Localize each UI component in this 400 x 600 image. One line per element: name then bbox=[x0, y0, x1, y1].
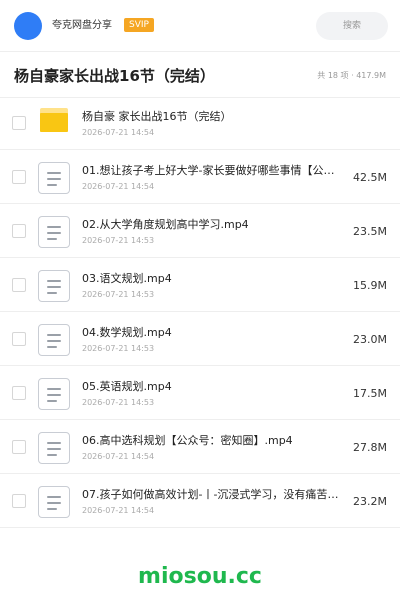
file-size: 15.9M bbox=[353, 279, 387, 292]
list-item[interactable]: 02.从大学角度规划高中学习.mp4 2026-07-21 14:53 23.5… bbox=[0, 204, 400, 258]
select-checkbox[interactable] bbox=[12, 116, 26, 130]
file-name: 05.英语规划.mp4 bbox=[82, 380, 172, 393]
select-checkbox[interactable] bbox=[12, 170, 26, 184]
list-item[interactable]: 杨自豪 家长出战16节（完结） 2026-07-21 14:54 bbox=[0, 96, 400, 150]
select-checkbox[interactable] bbox=[12, 494, 26, 508]
watermark: miosou.cc bbox=[138, 564, 262, 589]
list-item[interactable]: 06.高中选科规划【公众号：密知圈】.mp4 2026-07-21 14:54 … bbox=[0, 420, 400, 474]
file-date: 2026-07-21 14:53 bbox=[82, 344, 155, 353]
file-name: 01.想让孩子考上好大学-家长要做好哪些事情【公众号：密知圈】.mp4 bbox=[82, 164, 344, 177]
select-checkbox[interactable] bbox=[12, 332, 26, 346]
video-file-icon bbox=[38, 432, 70, 464]
file-date: 2026-07-21 14:53 bbox=[82, 398, 155, 407]
list-item[interactable]: 04.数学规划.mp4 2026-07-21 14:53 23.0M bbox=[0, 312, 400, 366]
file-name: 03.语文规划.mp4 bbox=[82, 272, 172, 285]
list-item[interactable]: 03.语文规划.mp4 2026-07-21 14:53 15.9M bbox=[0, 258, 400, 312]
list-item[interactable]: 01.想让孩子考上好大学-家长要做好哪些事情【公众号：密知圈】.mp4 2026… bbox=[0, 150, 400, 204]
video-file-icon bbox=[38, 324, 70, 356]
select-checkbox[interactable] bbox=[12, 386, 26, 400]
list-item[interactable]: 05.英语规划.mp4 2026-07-21 14:53 17.5M bbox=[0, 366, 400, 420]
folder-title-bar: 杨自豪家长出战16节（完结） 共 18 项 · 417.9M bbox=[0, 52, 400, 98]
file-date: 2026-07-21 14:54 bbox=[82, 506, 155, 515]
folder-summary: 共 18 项 · 417.9M bbox=[317, 71, 386, 80]
file-size: 17.5M bbox=[353, 387, 387, 400]
search-button[interactable]: 搜索 bbox=[316, 12, 388, 40]
file-name: 杨自豪 家长出战16节（完结） bbox=[82, 110, 232, 123]
file-size: 42.5M bbox=[353, 171, 387, 184]
svip-badge: SVIP bbox=[124, 18, 154, 32]
file-date: 2026-07-21 14:54 bbox=[82, 182, 155, 191]
file-size: 27.8M bbox=[353, 441, 387, 454]
file-size: 23.0M bbox=[353, 333, 387, 346]
file-name: 04.数学规划.mp4 bbox=[82, 326, 172, 339]
file-date: 2026-07-21 14:53 bbox=[82, 290, 155, 299]
file-list: 杨自豪 家长出战16节（完结） 2026-07-21 14:54 01.想让孩子… bbox=[0, 96, 400, 528]
file-name: 02.从大学角度规划高中学习.mp4 bbox=[82, 218, 249, 231]
folder-icon bbox=[40, 108, 68, 132]
file-name: 07.孩子如何做高效计划-丨-沉浸式学习，没有痛苦的学习.mp4 bbox=[82, 488, 344, 501]
video-file-icon bbox=[38, 162, 70, 194]
file-size: 23.5M bbox=[353, 225, 387, 238]
select-checkbox[interactable] bbox=[12, 278, 26, 292]
list-item[interactable]: 07.孩子如何做高效计划-丨-沉浸式学习，没有痛苦的学习.mp4 2026-07… bbox=[0, 474, 400, 528]
select-checkbox[interactable] bbox=[12, 224, 26, 238]
page-title: 杨自豪家长出战16节（完结） bbox=[14, 67, 215, 85]
file-date: 2026-07-21 14:53 bbox=[82, 236, 155, 245]
file-size: 23.2M bbox=[353, 495, 387, 508]
file-date: 2026-07-21 14:54 bbox=[82, 128, 155, 137]
file-name: 06.高中选科规划【公众号：密知圈】.mp4 bbox=[82, 434, 293, 447]
select-checkbox[interactable] bbox=[12, 440, 26, 454]
app-header: 夸克网盘分享 SVIP 搜索 bbox=[0, 0, 400, 52]
video-file-icon bbox=[38, 378, 70, 410]
video-file-icon bbox=[38, 486, 70, 518]
video-file-icon bbox=[38, 216, 70, 248]
video-file-icon bbox=[38, 270, 70, 302]
file-date: 2026-07-21 14:54 bbox=[82, 452, 155, 461]
sharer-name: 夸克网盘分享 bbox=[52, 20, 112, 31]
avatar[interactable] bbox=[14, 12, 42, 40]
